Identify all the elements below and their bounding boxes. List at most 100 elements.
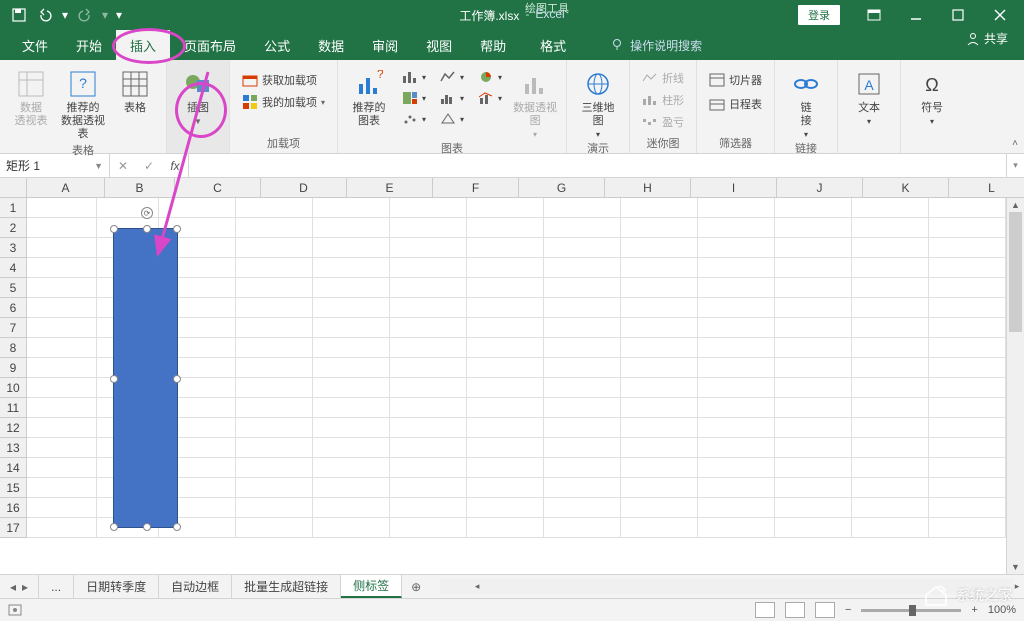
cell[interactable] — [775, 278, 852, 298]
cell[interactable] — [698, 458, 775, 478]
tab-home[interactable]: 开始 — [62, 30, 116, 60]
cell[interactable] — [929, 278, 1006, 298]
row-header[interactable]: 8 — [0, 338, 27, 358]
resize-handle-n[interactable] — [143, 225, 151, 233]
resize-handle-s[interactable] — [143, 523, 151, 531]
cell[interactable] — [852, 398, 929, 418]
column-header[interactable]: F — [433, 178, 519, 198]
cell[interactable] — [390, 458, 467, 478]
row-header[interactable]: 3 — [0, 238, 27, 258]
cell[interactable] — [621, 518, 698, 538]
cell[interactable] — [390, 478, 467, 498]
zoom-out-button[interactable]: − — [845, 604, 851, 616]
fx-button[interactable]: fx — [162, 159, 188, 173]
cell[interactable] — [467, 458, 544, 478]
cell[interactable] — [27, 378, 97, 398]
cell[interactable] — [775, 398, 852, 418]
cell[interactable] — [27, 338, 97, 358]
cell[interactable] — [467, 198, 544, 218]
row-header[interactable]: 4 — [0, 258, 27, 278]
cell[interactable] — [929, 318, 1006, 338]
cell[interactable] — [929, 218, 1006, 238]
cell[interactable] — [929, 458, 1006, 478]
timeline-button[interactable]: 日程表 — [705, 94, 766, 114]
cell[interactable] — [852, 198, 929, 218]
cell[interactable] — [621, 218, 698, 238]
recommended-charts-button[interactable]: ? 推荐的 图表 — [346, 64, 392, 128]
cell[interactable] — [27, 198, 97, 218]
cancel-formula-button[interactable]: ✕ — [110, 159, 136, 173]
cell[interactable] — [390, 298, 467, 318]
cell[interactable] — [544, 518, 621, 538]
row-header[interactable]: 12 — [0, 418, 27, 438]
cell[interactable] — [621, 498, 698, 518]
cell[interactable] — [698, 358, 775, 378]
sheet-prev-icon[interactable]: ◂ — [10, 580, 16, 594]
tab-view[interactable]: 视图 — [412, 30, 466, 60]
cell[interactable] — [390, 258, 467, 278]
sparkline-line-button[interactable]: 折线 — [638, 68, 688, 88]
column-header[interactable]: H — [605, 178, 691, 198]
row-header[interactable]: 13 — [0, 438, 27, 458]
undo-menu[interactable]: ▾ — [60, 4, 70, 26]
cell[interactable] — [621, 458, 698, 478]
cell[interactable] — [775, 198, 852, 218]
cell[interactable] — [544, 478, 621, 498]
cell[interactable] — [27, 258, 97, 278]
cell[interactable] — [544, 438, 621, 458]
record-macro-icon[interactable] — [8, 604, 22, 616]
cell[interactable] — [852, 338, 929, 358]
cell[interactable] — [159, 198, 236, 218]
cell[interactable] — [467, 438, 544, 458]
save-button[interactable] — [8, 4, 30, 26]
cell[interactable] — [775, 518, 852, 538]
sheet-tab[interactable]: 批量生成超链接 — [232, 575, 341, 598]
collapse-ribbon-button[interactable]: ˄ — [1012, 138, 1018, 149]
cell[interactable] — [467, 298, 544, 318]
cell[interactable] — [852, 238, 929, 258]
cell[interactable] — [698, 278, 775, 298]
cell[interactable] — [27, 498, 97, 518]
maximize-button[interactable] — [938, 1, 978, 29]
cell[interactable] — [467, 218, 544, 238]
cell[interactable] — [775, 218, 852, 238]
row-header[interactable]: 15 — [0, 478, 27, 498]
cell[interactable] — [775, 318, 852, 338]
cell[interactable] — [467, 318, 544, 338]
sheet-tab[interactable]: 侧标签 — [341, 575, 402, 598]
chart-stat-menu[interactable]: ▾ — [436, 89, 468, 107]
page-layout-view-button[interactable] — [785, 602, 805, 618]
text-button[interactable]: A 文本 ▾ — [846, 64, 892, 127]
cell[interactable] — [929, 398, 1006, 418]
cell[interactable] — [544, 318, 621, 338]
tab-help[interactable]: 帮助 — [466, 30, 520, 60]
chart-scatter-menu[interactable]: ▾ — [398, 110, 430, 128]
cell[interactable] — [27, 298, 97, 318]
cell[interactable] — [775, 298, 852, 318]
cell[interactable] — [236, 398, 313, 418]
cell[interactable] — [313, 218, 390, 238]
ribbon-display-options[interactable] — [854, 1, 894, 29]
cell[interactable] — [621, 298, 698, 318]
zoom-slider[interactable] — [861, 609, 961, 612]
new-sheet-button[interactable]: ⊕ — [402, 575, 430, 598]
cell[interactable] — [236, 278, 313, 298]
cell[interactable] — [698, 258, 775, 278]
cell[interactable] — [852, 278, 929, 298]
cell[interactable] — [27, 518, 97, 538]
cell[interactable] — [467, 238, 544, 258]
sheet-tab[interactable]: 自动边框 — [159, 575, 232, 598]
cell[interactable] — [852, 518, 929, 538]
resize-handle-nw[interactable] — [110, 225, 118, 233]
row-header[interactable]: 11 — [0, 398, 27, 418]
cell[interactable] — [313, 418, 390, 438]
scroll-right-button[interactable]: ▸ — [1010, 581, 1024, 592]
cell[interactable] — [27, 238, 97, 258]
rotate-handle[interactable]: ⟳ — [141, 207, 153, 219]
cell[interactable] — [775, 338, 852, 358]
redo-menu[interactable]: ▾ — [100, 4, 110, 26]
cell[interactable] — [236, 298, 313, 318]
cell[interactable] — [852, 358, 929, 378]
scroll-up-button[interactable]: ▲ — [1007, 198, 1024, 212]
cell[interactable] — [544, 278, 621, 298]
